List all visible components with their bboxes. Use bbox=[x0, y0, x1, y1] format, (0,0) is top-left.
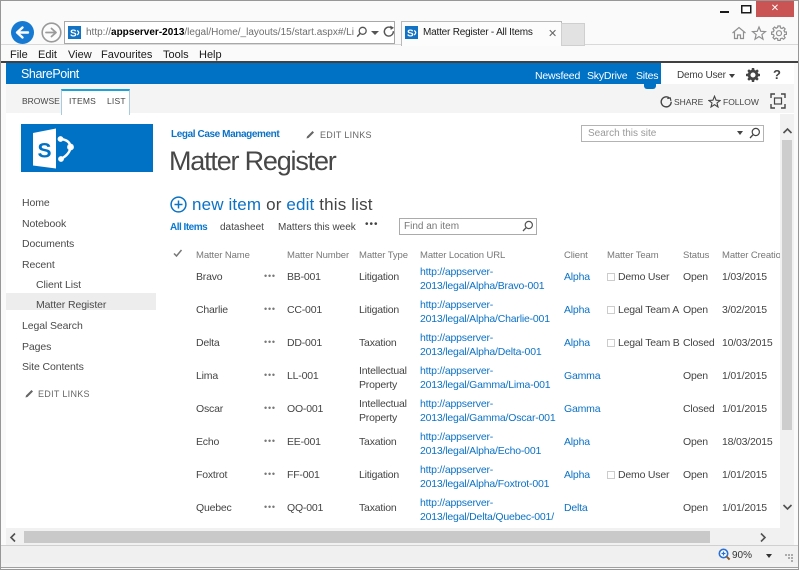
svg-text:S: S bbox=[70, 29, 77, 40]
svg-text:S: S bbox=[407, 29, 414, 40]
svg-text:S: S bbox=[38, 140, 52, 163]
